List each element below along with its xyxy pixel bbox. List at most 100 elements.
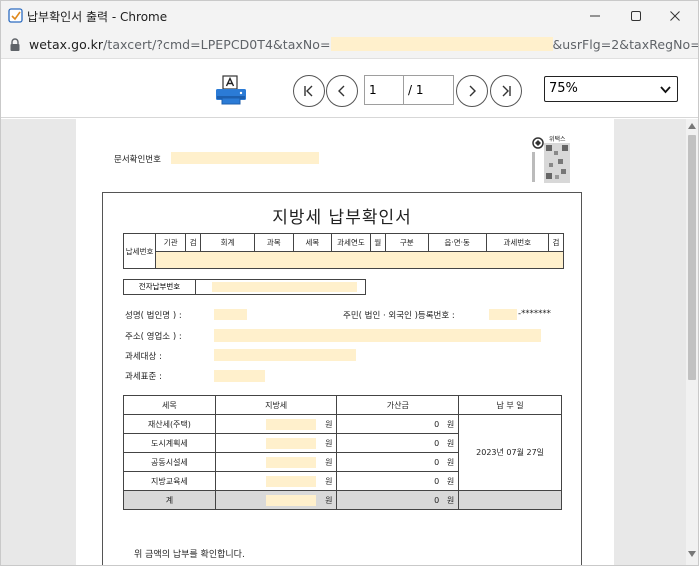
row-surcharge-unit: 원 — [446, 457, 455, 467]
next-page-button[interactable] — [456, 75, 488, 107]
row-local-unit: 원 — [325, 438, 333, 448]
row-surcharge-value: 0 — [434, 476, 440, 486]
grid-header: 검 — [547, 233, 565, 252]
redacted-amount — [265, 495, 316, 506]
redacted-amount — [265, 419, 316, 430]
grid-header: 검 — [185, 233, 202, 252]
scroll-down-arrow-icon[interactable] — [688, 551, 696, 557]
prev-page-icon — [338, 85, 345, 97]
next-page-icon — [469, 85, 476, 97]
scrollbar-thumb[interactable] — [688, 135, 696, 380]
standard-label: 과세표준 : — [125, 372, 162, 382]
close-button[interactable] — [652, 1, 698, 31]
grid-header: 과세번호 — [485, 233, 549, 252]
table-row: 재산세(주택) 원 0 원 2023년 07월 27일 — [123, 414, 562, 491]
window-title: 납부확인서 출력 - Chrome — [27, 10, 168, 24]
print-icon[interactable] — [214, 74, 248, 108]
url-path-after: &usrFlg=2&taxRegNo=yjp... — [552, 37, 699, 52]
total-surcharge-value: 0 — [434, 495, 440, 505]
first-page-button[interactable] — [293, 75, 325, 107]
scroll-up-arrow-icon[interactable] — [688, 123, 696, 129]
minimize-icon — [590, 15, 600, 17]
total-local-tax: 원 — [214, 490, 338, 510]
row-surcharge-value: 0 — [434, 419, 440, 429]
url-host: wetax.go.kr — [29, 37, 104, 52]
last-page-icon — [502, 85, 511, 97]
redacted-name — [214, 309, 247, 320]
address-bar[interactable]: wetax.go.kr/taxcert/?cmd=LPEPCD0T4&taxNo… — [1, 31, 698, 59]
total-local-unit: 원 — [325, 495, 333, 505]
regno-mask: -******* — [518, 309, 551, 319]
minimize-button[interactable] — [572, 1, 618, 31]
row-surcharge-unit: 원 — [446, 419, 455, 429]
col-header-surcharge: 가산금 — [336, 395, 460, 415]
row-local-unit: 원 — [325, 457, 333, 467]
redacted-amount — [265, 438, 316, 449]
row-local-unit: 원 — [325, 476, 333, 486]
url-text[interactable]: wetax.go.kr/taxcert/?cmd=LPEPCD0T4&taxNo… — [29, 37, 699, 52]
redacted-regno — [489, 309, 517, 320]
grid-header: 기관 — [155, 233, 187, 252]
total-item: 계 — [123, 490, 216, 510]
document-viewport[interactable]: 문서확인번호 위택스 지방세 납부확인서 납세번호 기관 검 회계 과목 세목 … — [1, 119, 686, 565]
grid-header: 과세연도 — [331, 233, 371, 252]
row-surcharge: 0 원 — [336, 414, 460, 434]
document-app-icon — [8, 8, 23, 23]
row-item: 지방교육세 — [123, 471, 216, 491]
redacted-amount — [265, 457, 316, 468]
zoom-value: 75% — [549, 81, 578, 96]
col-header-local-tax: 지방세 — [214, 395, 338, 415]
page-total: / 1 — [404, 75, 454, 105]
zoom-select[interactable]: 75% — [544, 76, 678, 102]
prev-page-button[interactable] — [326, 75, 358, 107]
lock-icon — [10, 38, 20, 51]
last-page-button[interactable] — [490, 75, 522, 107]
tax-amount-table: 세목 지방세 가산금 납 부 일 재산세(주택) 원 0 원 2023년 07월… — [123, 395, 562, 510]
address-label: 주소( 영업소 ) : — [125, 332, 182, 342]
grid-header: 읍·면·동 — [427, 233, 487, 252]
redacted-address — [214, 329, 541, 342]
row-surcharge-value: 0 — [434, 438, 440, 448]
maximize-icon — [631, 11, 641, 21]
row-local-tax: 원 — [214, 433, 338, 453]
qr-caption: 위택스 — [549, 136, 566, 143]
document-page: 문서확인번호 위택스 지방세 납부확인서 납세번호 기관 검 회계 과목 세목 … — [76, 119, 614, 565]
grid-header: 세목 — [292, 233, 333, 252]
browser-window: 납부확인서 출력 - Chrome wetax.go.kr/taxcert/?c… — [0, 0, 699, 566]
title-bar: 납부확인서 출력 - Chrome — [1, 1, 698, 31]
row-local-tax: 원 — [214, 414, 338, 434]
grid-header: 구분 — [384, 233, 429, 252]
qr-code-icon — [532, 137, 570, 183]
electronic-payment-row: 전자납부번호 — [123, 279, 366, 295]
grid-header: 회계 — [200, 233, 255, 252]
qr-code: 위택스 — [531, 136, 571, 187]
row-surcharge: 0 원 — [336, 471, 460, 491]
row-item: 재산세(주택) — [123, 414, 216, 434]
redacted-electronic-number — [212, 282, 357, 292]
col-header-payment-date: 납 부 일 — [458, 395, 562, 415]
row-local-tax: 원 — [214, 452, 338, 472]
doc-title: 지방세 납부확인서 — [272, 208, 412, 228]
row-local-unit: 원 — [325, 419, 333, 429]
vertical-scrollbar[interactable] — [686, 119, 698, 565]
redacted-tax-number — [330, 37, 553, 51]
total-surcharge-unit: 원 — [446, 495, 455, 505]
row-surcharge-unit: 원 — [446, 476, 455, 486]
redacted-target — [214, 349, 356, 361]
table-total-row: 계 원 0 원 — [123, 490, 562, 510]
page-number-input[interactable]: 1 — [364, 75, 404, 105]
viewer-toolbar: 1 / 1 75% — [1, 60, 698, 118]
redacted-doc-number — [171, 152, 319, 164]
total-surcharge: 0 원 — [336, 490, 460, 510]
payment-date: 2023년 07월 27일 — [458, 414, 562, 491]
row-item: 도시계획세 — [123, 433, 216, 453]
url-path-before: /taxcert/?cmd=LPEPCD0T4&taxNo= — [103, 37, 331, 52]
row-surcharge-value: 0 — [434, 457, 440, 467]
total-empty-cell — [458, 490, 562, 510]
grid-header-tax-number: 납세번호 — [122, 233, 157, 269]
regno-label: 주민( 법인 · 외국인 )등록번호 : — [343, 311, 455, 321]
row-surcharge: 0 원 — [336, 452, 460, 472]
grid-header: 월 — [369, 233, 386, 252]
redacted-tax-grid — [155, 250, 564, 269]
tax-number-grid: 납세번호 기관 검 회계 과목 세목 과세연도 월 구분 읍·면·동 과세번호 … — [122, 233, 565, 269]
